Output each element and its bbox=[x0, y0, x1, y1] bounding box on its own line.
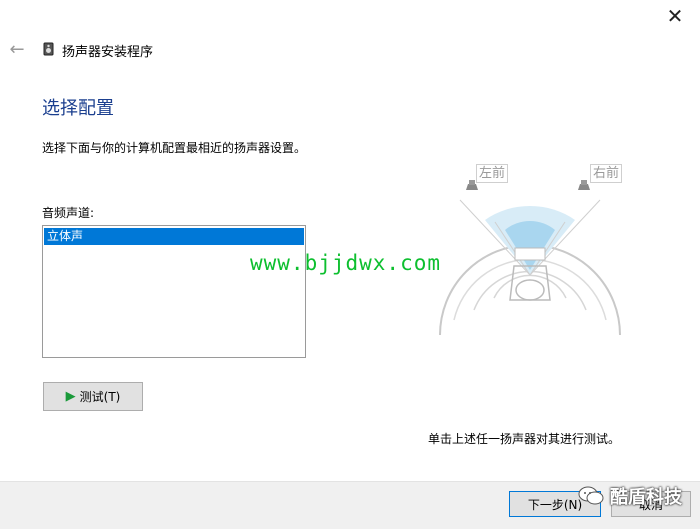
close-button[interactable]: ✕ bbox=[660, 2, 690, 30]
list-item-stereo[interactable]: 立体声 bbox=[44, 228, 304, 245]
window-title: 扬声器安装程序 bbox=[62, 45, 154, 60]
url-watermark: www.bjjdwx.com bbox=[250, 251, 442, 275]
speaker-app-icon bbox=[43, 42, 54, 56]
right-front-label[interactable]: 右前 bbox=[590, 164, 623, 183]
page-description: 选择下面与你的计算机配置最相近的扬声器设置。 bbox=[42, 141, 307, 155]
wechat-logo-icon bbox=[578, 486, 604, 505]
test-hint-text: 单击上述任一扬声器对其进行测试。 bbox=[428, 432, 621, 446]
left-front-label[interactable]: 左前 bbox=[476, 164, 509, 183]
play-icon: ▶ bbox=[65, 389, 76, 404]
wechat-account-name: 酷盾科技 bbox=[610, 487, 682, 508]
close-icon: ✕ bbox=[666, 4, 684, 28]
back-arrow-icon: ← bbox=[9, 38, 25, 60]
audio-channels-label: 音频声道: bbox=[42, 206, 95, 220]
audio-channels-listbox[interactable]: 立体声 bbox=[42, 225, 306, 358]
back-button[interactable]: ← bbox=[6, 36, 28, 62]
speaker-layout-diagram bbox=[439, 180, 621, 336]
test-button-label: 测试(T) bbox=[79, 390, 121, 404]
wechat-watermark: 酷盾科技 bbox=[578, 483, 682, 509]
test-button[interactable]: ▶ 测试(T) bbox=[43, 382, 143, 411]
right-speaker-icon[interactable] bbox=[578, 180, 590, 190]
page-title: 选择配置 bbox=[42, 98, 114, 119]
